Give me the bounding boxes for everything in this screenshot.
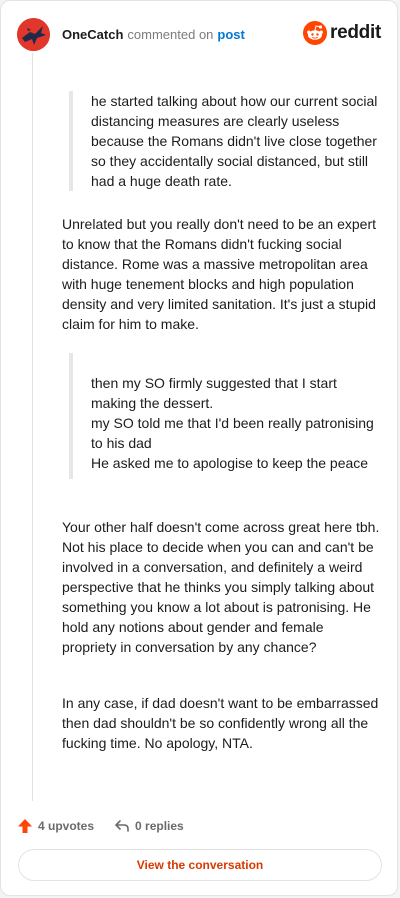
post-link[interactable]: post: [217, 27, 244, 42]
reply-count: 0 replies: [135, 819, 184, 833]
thread-line: [32, 53, 33, 801]
view-conversation-label: View the conversation: [136, 858, 264, 872]
comment-card: OneCatch commented on post reddit he sta…: [0, 0, 398, 896]
paragraph-text: Unrelated but you really don't need to b…: [62, 216, 376, 332]
reddit-logo[interactable]: reddit: [303, 21, 381, 45]
quote-line-1: then my SO firmly suggested that I start…: [91, 375, 337, 411]
author-name[interactable]: OneCatch: [62, 27, 123, 42]
comment-paragraph-1: Unrelated but you really don't need to b…: [62, 214, 380, 334]
paragraph-text: In any case, if dad doesn't want to be e…: [62, 695, 379, 751]
reddit-wordmark: reddit: [330, 22, 381, 43]
quote-line-3: He asked me to apologise to keep the pea…: [91, 455, 369, 471]
avatar-bird-icon: [17, 17, 50, 51]
reply-button[interactable]: 0 replies: [114, 818, 184, 834]
upvote-count: 4 upvotes: [38, 819, 95, 833]
action-text: commented on: [127, 26, 214, 42]
quote-block-2: then my SO firmly suggested that I start…: [69, 353, 379, 479]
comment-paragraph-2: Your other half doesn't come across grea…: [62, 517, 380, 657]
user-avatar[interactable]: [17, 17, 50, 51]
upvote-arrow-icon: [18, 819, 32, 833]
quote-line-2: my SO told me that I'd been really patro…: [91, 415, 374, 451]
comment-paragraph-3: In any case, if dad doesn't want to be e…: [62, 693, 380, 753]
comment-footer: 4 upvotes 0 replies: [17, 816, 204, 836]
reddit-snoo-icon: [303, 21, 328, 45]
quote-text: he started talking about how our current…: [91, 93, 378, 189]
reply-arrow-icon: [115, 820, 129, 832]
comment-header: OneCatch commented on post reddit: [17, 17, 381, 51]
quote-block-1: he started talking about how our current…: [69, 91, 379, 191]
paragraph-text: Your other half doesn't come across grea…: [62, 519, 380, 655]
upvote-button[interactable]: 4 upvotes: [17, 818, 94, 834]
view-conversation-button[interactable]: View the conversation: [18, 849, 382, 881]
